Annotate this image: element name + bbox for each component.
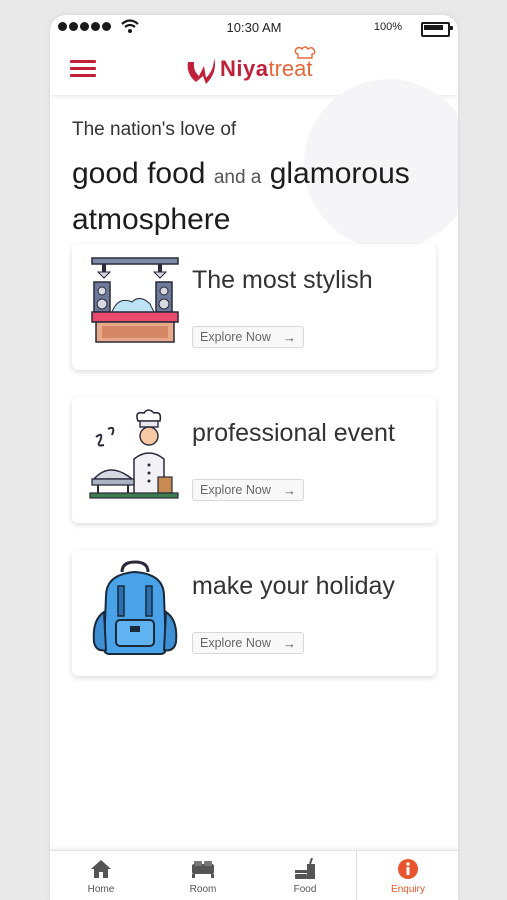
logo-text-treat: treat — [268, 46, 316, 82]
tab-label: Food — [293, 884, 317, 895]
explore-now-button[interactable]: Explore Now → — [192, 632, 304, 654]
arrow-right-icon: → — [283, 483, 296, 498]
explore-now-label: Explore Now — [200, 483, 271, 497]
tagline-good-food: good food — [72, 157, 206, 190]
card-title: The most stylish — [192, 266, 373, 294]
stage-venue-icon — [91, 257, 179, 343]
chef-hat-icon — [295, 46, 316, 59]
tagline-atmosphere: atmosphere — [72, 203, 231, 236]
tab-label: Home — [87, 884, 115, 895]
tab-home[interactable]: Home — [50, 851, 152, 900]
food-drink-icon — [295, 858, 315, 879]
phone-screen: 10:30 AM 100% Niya treat The nation's lo… — [50, 15, 458, 900]
battery-percent: 100% — [373, 21, 402, 33]
card-holiday[interactable]: make your holiday Explore Now → — [72, 550, 436, 676]
info-icon — [398, 859, 418, 879]
logo-text-niya: Niya — [220, 56, 269, 81]
tagline-intro: The nation's love of — [72, 119, 237, 140]
card-professional-event[interactable]: professional event Explore Now → — [72, 397, 436, 523]
status-bar: 10:30 AM 100% — [50, 15, 458, 39]
home-icon — [91, 860, 111, 878]
tab-label: Room — [189, 884, 217, 895]
tab-enquiry[interactable]: Enquiry — [356, 851, 458, 900]
backpack-icon — [92, 560, 178, 655]
bottom-tab-bar: Home Room Food Enquiry — [50, 850, 458, 900]
explore-now-button[interactable]: Explore Now → — [192, 326, 304, 348]
hamburger-icon[interactable] — [70, 60, 96, 78]
tab-room[interactable]: Room — [152, 851, 254, 900]
battery-icon — [421, 22, 453, 37]
bed-icon — [192, 861, 214, 878]
card-title: professional event — [192, 419, 395, 447]
card-stylish[interactable]: The most stylish Explore Now → — [72, 244, 436, 370]
brand-logo[interactable]: Niya treat — [184, 46, 316, 89]
tab-label: Enquiry — [391, 884, 425, 895]
hero-tagline: The nation's love of good food and a gla… — [72, 79, 458, 249]
logo-mark-icon — [187, 58, 215, 84]
explore-now-label: Explore Now — [200, 330, 271, 344]
explore-now-button[interactable]: Explore Now → — [192, 479, 304, 501]
arrow-right-icon: → — [283, 330, 296, 345]
tagline-connector: and a — [213, 167, 262, 188]
arrow-right-icon: → — [283, 636, 296, 651]
tab-food[interactable]: Food — [254, 851, 356, 900]
tagline-headline: good food and a glamorous atmosphere — [72, 153, 452, 241]
explore-now-label: Explore Now — [200, 636, 271, 650]
card-title: make your holiday — [192, 572, 395, 600]
tagline-glamorous: glamorous — [269, 157, 410, 190]
chef-catering-icon — [89, 409, 179, 499]
